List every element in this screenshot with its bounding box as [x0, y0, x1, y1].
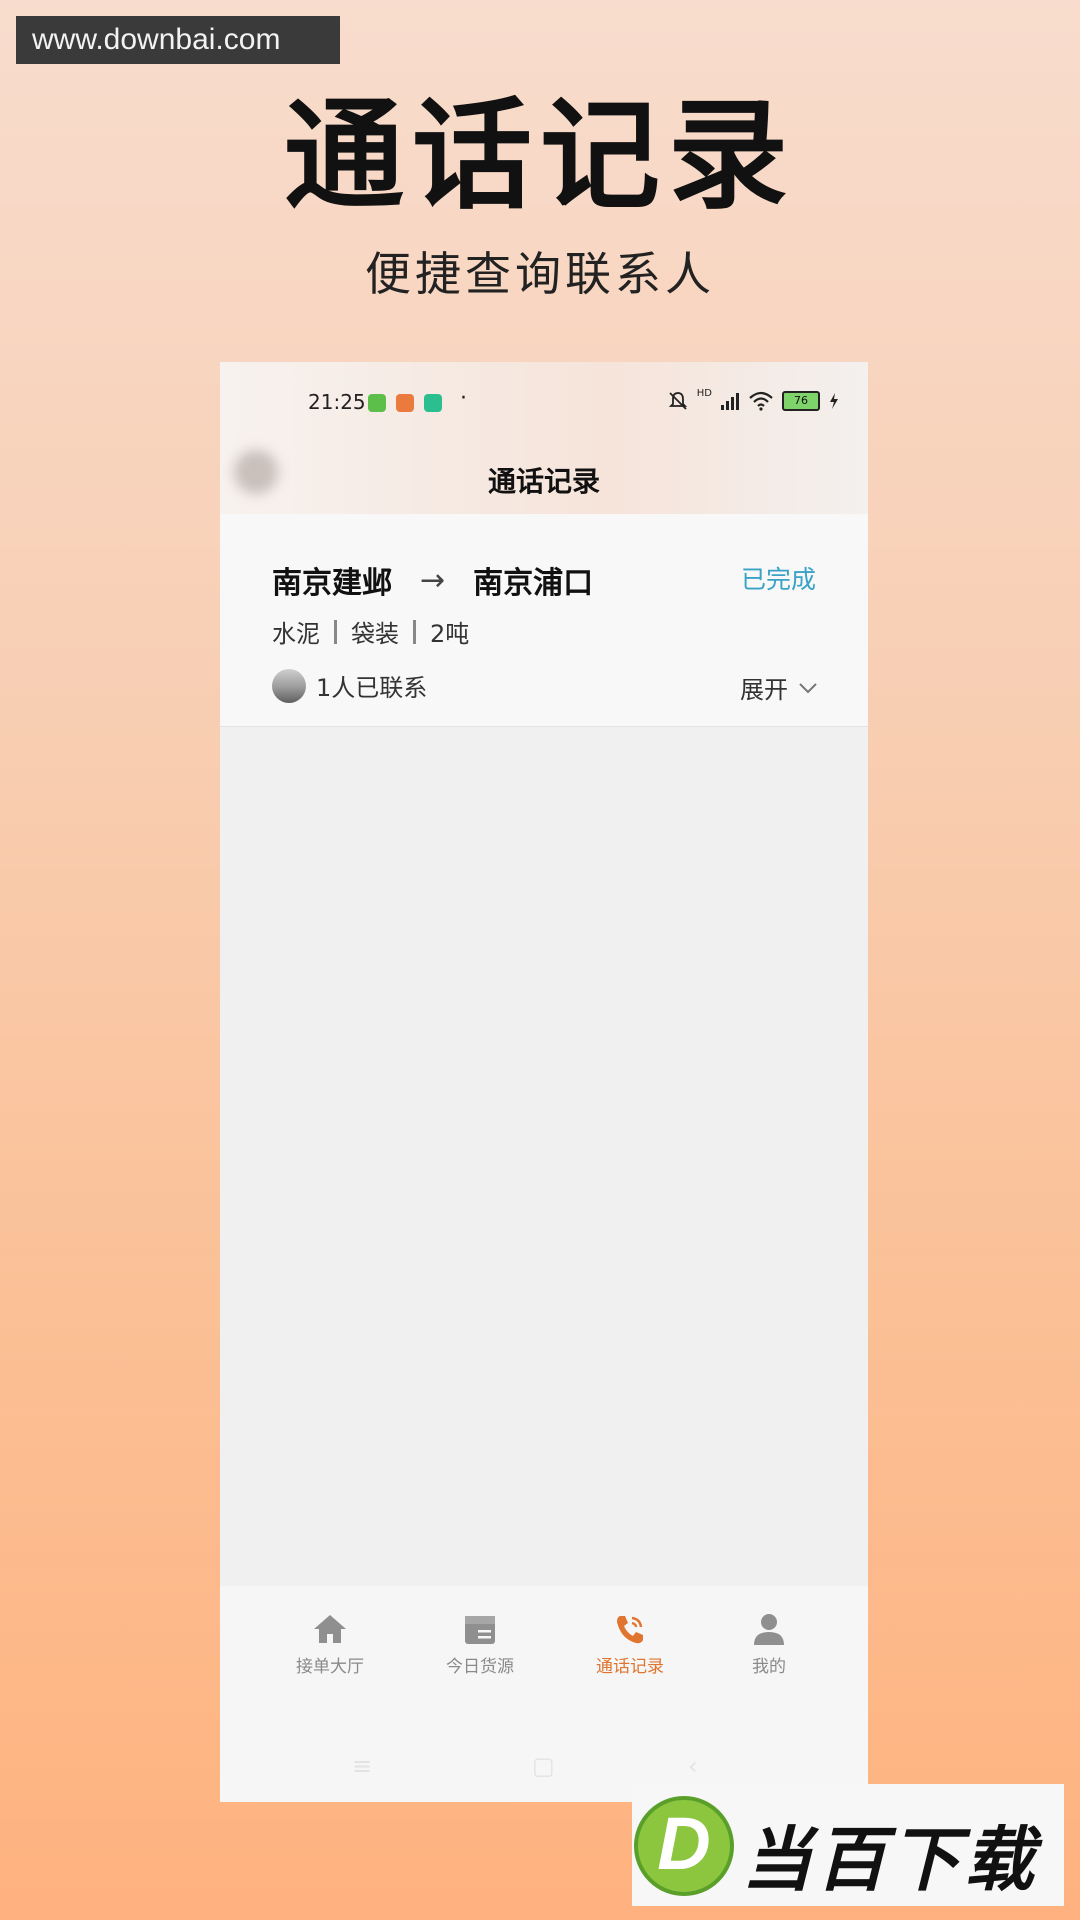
expand-button[interactable]: 展开	[740, 670, 818, 705]
contacts-count: 1人已联系	[316, 674, 428, 702]
home-icon	[314, 1615, 346, 1643]
charging-icon	[830, 393, 838, 409]
route-arrow-icon: →	[420, 562, 446, 598]
wifi-icon	[749, 391, 773, 411]
tab-today-cargo[interactable]: 今日货源	[425, 1612, 535, 1677]
avatar	[272, 668, 306, 703]
site-logo: D 当百下载	[632, 1784, 1064, 1906]
status-dot: ·	[460, 386, 467, 411]
page-title: 通话记录	[487, 465, 600, 498]
tab-profile[interactable]: 我的	[714, 1612, 824, 1677]
call-record-card[interactable]: 南京建邺 → 南京浦口 已完成 水泥 袋装 2吨 1人已联系 展开	[220, 514, 868, 727]
menu-nav-icon[interactable]: ≡	[352, 1752, 372, 1780]
expand-label: 展开	[740, 676, 788, 704]
cargo-box-icon	[465, 1616, 495, 1644]
network-type: HD	[696, 387, 712, 399]
promo-title: 通话记录	[284, 87, 796, 226]
tab-label: 接单大厅	[296, 1657, 364, 1677]
app-notification-icon	[368, 394, 386, 412]
app-notification-icon	[396, 394, 414, 412]
status-badge: 已完成	[740, 565, 816, 594]
bottom-tab-bar: 接单大厅 今日货源 通话记录 我的 ≡ ▢ ‹	[220, 1586, 868, 1802]
app-notification-icon	[424, 394, 442, 412]
tag-divider	[413, 619, 416, 644]
promo-subtitle: 便捷查询联系人	[365, 247, 715, 301]
route-to: 南京浦口	[473, 566, 594, 601]
tag-packaging: 袋装	[351, 620, 399, 648]
mute-bell-icon	[668, 392, 687, 410]
logo-text: 当百下载	[742, 1819, 1038, 1901]
tab-label: 通话记录	[596, 1657, 664, 1677]
status-time: 21:25	[308, 390, 366, 414]
tab-order-hall[interactable]: 接单大厅	[275, 1612, 385, 1677]
status-icons: HD 76	[667, 387, 840, 412]
header-area: 21:25 · HD 76 通话记录	[220, 362, 868, 514]
tag-material: 水泥	[272, 620, 320, 648]
phone-screenshot: 21:25 · HD 76 通话记录 南京建邺 → 南京浦口 已完成 水泥 袋装…	[220, 362, 868, 1802]
tag-divider	[334, 619, 337, 644]
tag-weight: 2吨	[430, 620, 470, 648]
watermark-text: www.downbai.com	[16, 16, 340, 64]
signal-icon	[721, 393, 739, 410]
battery-icon: 76	[782, 391, 820, 411]
cargo-tags: 水泥 袋装 2吨	[272, 614, 469, 649]
tab-label: 我的	[752, 1657, 786, 1677]
route: 南京建邺 → 南京浦口	[272, 558, 593, 602]
back-nav-icon[interactable]: ‹	[688, 1752, 698, 1780]
status-bar: 21:25 · HD 76	[220, 386, 868, 420]
home-nav-icon[interactable]: ▢	[532, 1752, 555, 1780]
phone-icon	[617, 1616, 643, 1644]
logo-mark: D	[634, 1796, 734, 1896]
contact-summary: 1人已联系	[272, 668, 427, 703]
tab-call-records[interactable]: 通话记录	[575, 1612, 685, 1677]
route-from: 南京建邺	[272, 566, 392, 601]
chevron-down-icon	[799, 682, 817, 693]
user-icon	[754, 1614, 784, 1645]
tab-label: 今日货源	[446, 1657, 514, 1677]
